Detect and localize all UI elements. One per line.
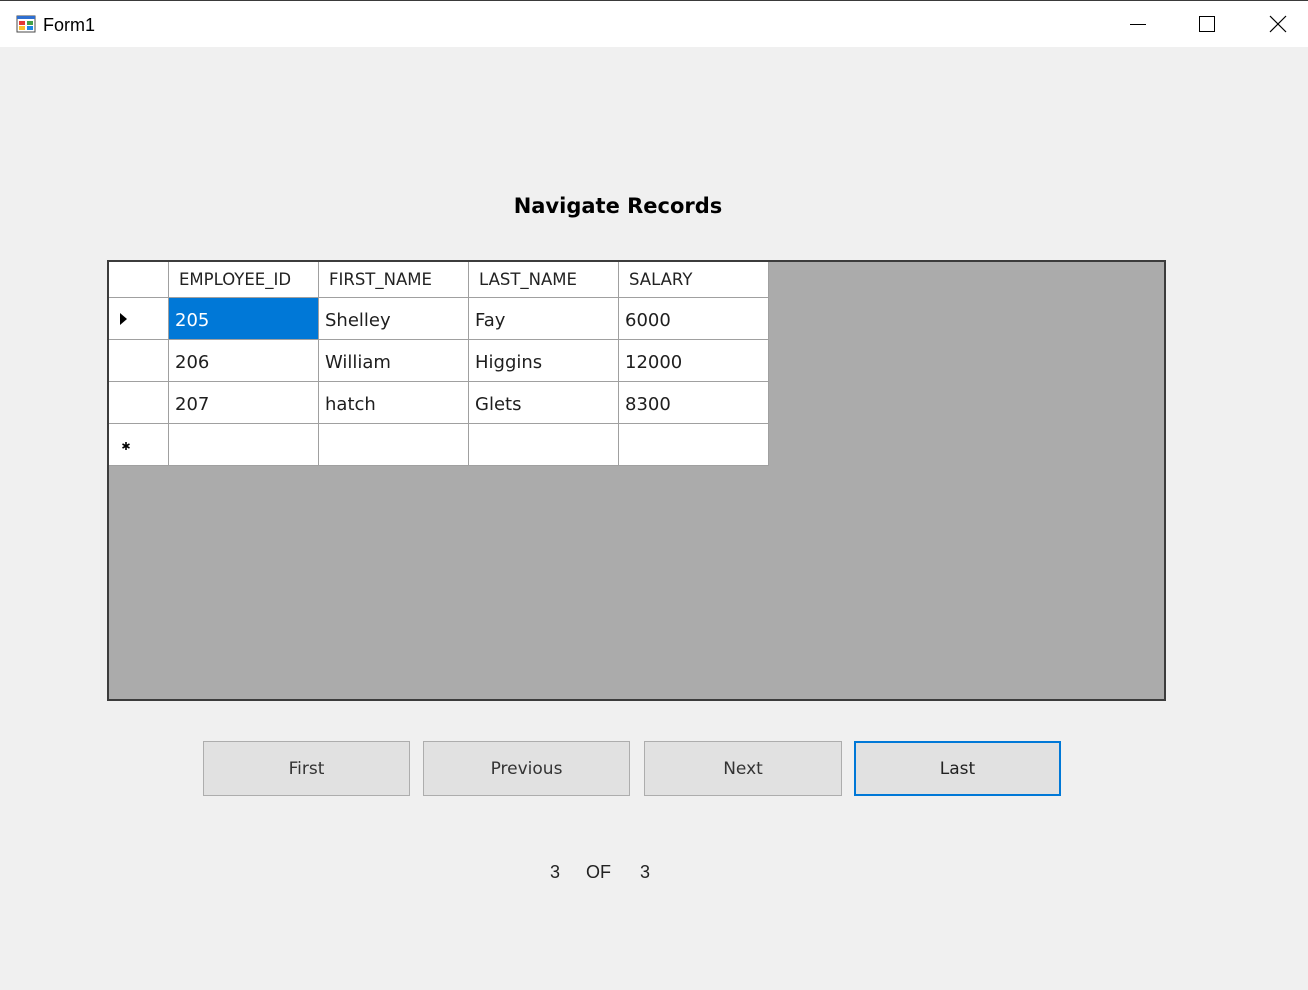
grid-cell-first-name[interactable]: William <box>319 340 469 382</box>
grid-cell-salary[interactable]: 6000 <box>619 298 769 340</box>
minimize-icon <box>1130 24 1146 25</box>
row-header-new[interactable] <box>109 424 169 466</box>
first-button[interactable]: First <box>203 741 410 796</box>
of-label: OF <box>586 862 611 882</box>
grid-cell-last-name[interactable]: Glets <box>469 382 619 424</box>
grid-cell-last-name[interactable]: Higgins <box>469 340 619 382</box>
row-header[interactable] <box>109 298 169 340</box>
grid-cell-first-name[interactable]: hatch <box>319 382 469 424</box>
grid-cell-salary[interactable]: 12000 <box>619 340 769 382</box>
grid-cell-new-first-name[interactable] <box>319 424 469 466</box>
previous-button[interactable]: Previous <box>423 741 630 796</box>
close-button[interactable] <box>1243 1 1308 47</box>
last-button[interactable]: Last <box>854 741 1061 796</box>
page-heading: Navigate Records <box>513 194 723 218</box>
close-icon <box>1269 15 1287 33</box>
grid-cell-salary[interactable]: 8300 <box>619 382 769 424</box>
column-header-last-name[interactable]: LAST_NAME <box>469 262 619 298</box>
maximize-button[interactable] <box>1172 1 1242 47</box>
window-title: Form1 <box>43 15 96 35</box>
grid-cell-first-name[interactable]: Shelley <box>319 298 469 340</box>
grid-cell-employee-id[interactable]: 207 <box>169 382 319 424</box>
grid-cell-employee-id[interactable]: 206 <box>169 340 319 382</box>
grid-cell-new-employee-id[interactable] <box>169 424 319 466</box>
grid-cell-new-salary[interactable] <box>619 424 769 466</box>
next-button[interactable]: Next <box>644 741 842 796</box>
column-header-salary[interactable]: SALARY <box>619 262 769 298</box>
row-header[interactable] <box>109 382 169 424</box>
total-record-count: 3 <box>640 862 651 882</box>
current-record-number: 3 <box>550 862 561 882</box>
app-icon[interactable] <box>16 14 36 34</box>
column-header-employee-id[interactable]: EMPLOYEE_ID <box>169 262 319 298</box>
grid-cell-employee-id[interactable]: 205 <box>169 298 319 340</box>
grid-cell-last-name[interactable]: Fay <box>469 298 619 340</box>
grid-cell-new-last-name[interactable] <box>469 424 619 466</box>
title-bar[interactable]: Form1 <box>0 0 1308 47</box>
top-left-header-cell[interactable] <box>109 262 169 298</box>
maximize-icon <box>1199 16 1215 32</box>
records-grid[interactable]: EMPLOYEE_ID FIRST_NAME LAST_NAME SALARY … <box>107 260 1166 701</box>
row-header[interactable] <box>109 340 169 382</box>
row-pointer-icon <box>120 313 127 325</box>
minimize-button[interactable] <box>1103 1 1173 47</box>
new-row-asterisk-icon <box>122 442 130 450</box>
column-header-first-name[interactable]: FIRST_NAME <box>319 262 469 298</box>
